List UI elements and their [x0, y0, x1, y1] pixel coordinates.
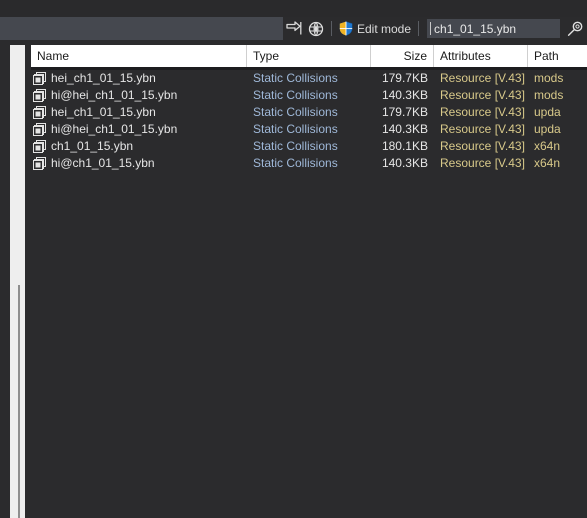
file-list-rows: hei_ch1_01_15.ybn Static Collisions 179.…: [31, 70, 587, 172]
arrow-into-bracket-icon[interactable]: [283, 18, 305, 40]
cell-size: 180.1KB: [381, 139, 428, 153]
table-row[interactable]: hi@hei_ch1_01_15.ybn Static Collisions 1…: [31, 87, 587, 104]
cell-path: upda: [534, 122, 561, 136]
table-row[interactable]: hei_ch1_01_15.ybn Static Collisions 179.…: [31, 70, 587, 87]
cell-path: x64n: [534, 156, 561, 170]
table-row[interactable]: hi@ch1_01_15.ybn Static Collisions 140.3…: [31, 155, 587, 172]
collision-bundle-icon: [33, 156, 46, 170]
file-name-label: hei_ch1_01_15.ybn: [51, 71, 156, 85]
file-name-label: hi@ch1_01_15.ybn: [51, 156, 155, 170]
cell-path: mods: [534, 88, 564, 102]
collision-bundle-icon: [33, 88, 46, 102]
search-input[interactable]: ch1_01_15.ybn: [427, 19, 561, 38]
table-row[interactable]: hei_ch1_01_15.ybn Static Collisions 179.…: [31, 104, 587, 121]
cell-size: 140.3KB: [381, 88, 428, 102]
explorer-window: Edit mode ch1_01_15.ybn ▾ Name Type S: [0, 0, 587, 518]
cell-type: Static Collisions: [253, 156, 338, 170]
cell-size: 179.7KB: [381, 71, 428, 85]
left-panel-divider-line: [18, 285, 20, 518]
file-name-label: hi@hei_ch1_01_15.ybn: [51, 122, 178, 136]
column-header-path[interactable]: Path: [528, 45, 587, 67]
toolbar-controls: Edit mode ch1_01_15.ybn ▾: [283, 17, 587, 40]
toolbar-separator: [331, 21, 332, 36]
cell-name: hi@hei_ch1_01_15.ybn: [31, 121, 247, 138]
cell-name: hi@ch1_01_15.ybn: [31, 155, 247, 172]
toolbar-separator-2: [418, 21, 420, 36]
cell-path: mods: [534, 71, 564, 85]
magnifier-icon[interactable]: [562, 18, 587, 40]
file-list: Name Type Size Attributes Path hei_ch1_0…: [31, 45, 587, 518]
collision-bundle-icon: [33, 105, 46, 119]
cell-size: 140.3KB: [381, 122, 428, 136]
cell-attributes: Resource [V.43]: [440, 88, 525, 102]
text-caret: [430, 22, 432, 35]
collision-bundle-icon: [33, 71, 46, 85]
edit-mode-button[interactable]: Edit mode: [336, 21, 414, 36]
table-row[interactable]: hi@hei_ch1_01_15.ybn Static Collisions 1…: [31, 121, 587, 138]
cell-attributes: Resource [V.43]: [440, 122, 525, 136]
collision-bundle-icon: [33, 122, 46, 136]
collision-bundle-icon: [33, 139, 46, 153]
globe-refresh-icon[interactable]: [305, 18, 327, 40]
file-name-label: hi@hei_ch1_01_15.ybn: [51, 88, 178, 102]
cell-attributes: Resource [V.43]: [440, 139, 525, 153]
cell-attributes: Resource [V.43]: [440, 105, 525, 119]
toolbar: Edit mode ch1_01_15.ybn ▾: [0, 17, 587, 40]
cell-type: Static Collisions: [253, 139, 338, 153]
cell-size: 179.7KB: [381, 105, 428, 119]
file-list-header: Name Type Size Attributes Path: [31, 45, 587, 70]
cell-type: Static Collisions: [253, 122, 338, 136]
edit-mode-label: Edit mode: [357, 21, 412, 36]
cell-name: hi@hei_ch1_01_15.ybn: [31, 87, 247, 104]
column-header-attributes[interactable]: Attributes: [434, 45, 528, 67]
cell-name: ch1_01_15.ybn: [31, 138, 247, 155]
cell-name: hei_ch1_01_15.ybn: [31, 70, 247, 87]
search-input-value: ch1_01_15.ybn: [434, 21, 517, 36]
cell-size: 140.3KB: [381, 156, 428, 170]
cell-name: hei_ch1_01_15.ybn: [31, 104, 247, 121]
cell-type: Static Collisions: [253, 88, 338, 102]
cell-type: Static Collisions: [253, 105, 338, 119]
file-name-label: hei_ch1_01_15.ybn: [51, 105, 156, 119]
window-top-strip: [0, 0, 587, 17]
file-name-label: ch1_01_15.ybn: [51, 139, 134, 153]
cell-type: Static Collisions: [253, 71, 338, 85]
column-header-size[interactable]: Size: [371, 45, 434, 67]
table-row[interactable]: ch1_01_15.ybn Static Collisions 180.1KB …: [31, 138, 587, 155]
column-header-name[interactable]: Name: [31, 45, 247, 67]
cell-path: upda: [534, 105, 561, 119]
toolbar-blank-area: [0, 17, 283, 40]
column-header-type[interactable]: Type: [247, 45, 371, 67]
cell-attributes: Resource [V.43]: [440, 156, 525, 170]
uac-shield-icon: [339, 21, 353, 36]
cell-path: x64n: [534, 139, 561, 153]
cell-attributes: Resource [V.43]: [440, 71, 525, 85]
